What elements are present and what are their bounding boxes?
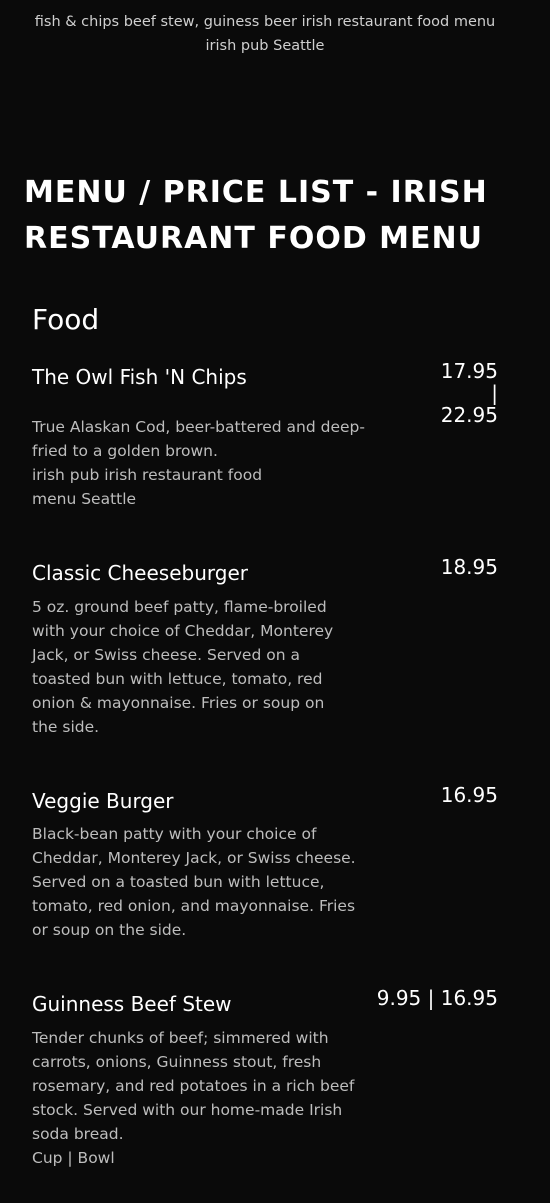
menu-item-price: 9.95 | 16.95: [376, 986, 498, 1010]
menu-item-description-line: True Alaskan Cod, beer-battered and deep…: [32, 418, 365, 460]
menu-item-description-line: 5 oz. ground beef patty, flame-broiled w…: [32, 598, 334, 736]
menu-item-price: 18.95: [440, 555, 498, 579]
section-title-food: Food: [32, 303, 100, 336]
menu-item-name: Veggie Burger: [32, 789, 174, 813]
menu-item-description-line: irish pub irish restaurant food menu Sea…: [32, 466, 263, 508]
menu-item-price: 16.95: [440, 783, 498, 807]
menu-item-name: Classic Cheeseburger: [32, 561, 248, 585]
menu-item-price: 17.95 | 22.95: [440, 359, 498, 427]
menu-item-description-line: Black-bean patty with your choice of Che…: [32, 825, 356, 939]
menu-item-description: 5 oz. ground beef patty, flame-broiled w…: [32, 595, 350, 739]
menu-item-description-line: Tender chunks of beef; simmered with car…: [32, 1029, 355, 1143]
page-title: MENU / PRICE LIST - IRISH RESTAURANT FOO…: [24, 175, 488, 256]
menu-item-name: The Owl Fish 'N Chips: [32, 365, 247, 389]
menu-item-description: Black-bean patty with your choice of Che…: [32, 822, 367, 942]
menu-item-description: Tender chunks of beef; simmered with car…: [32, 1026, 362, 1170]
menu-item-description-line: Cup | Bowl: [32, 1149, 115, 1167]
menu-item-name: Guinness Beef Stew: [32, 992, 232, 1016]
menu-item-description: True Alaskan Cod, beer-battered and deep…: [32, 415, 367, 511]
page-caption: fish & chips beef stew, guiness beer iri…: [34, 14, 496, 54]
